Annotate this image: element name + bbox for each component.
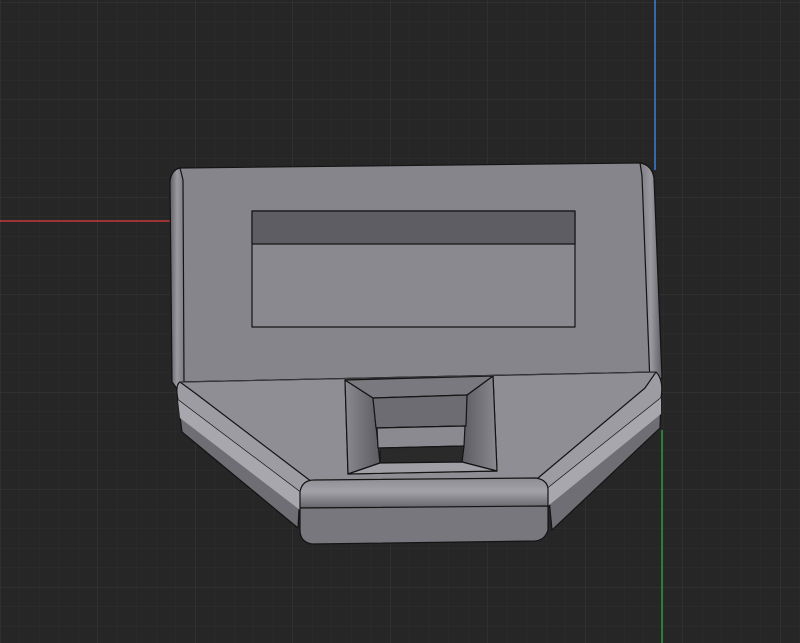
back-plate-left-edge bbox=[169, 167, 185, 391]
label-recess-shadow bbox=[251, 210, 576, 245]
strap-slot-floor bbox=[372, 394, 468, 429]
viewport-canvas[interactable] bbox=[0, 0, 800, 643]
base-front-bevel bbox=[299, 477, 549, 509]
3d-viewport[interactable] bbox=[0, 0, 800, 643]
strap-slot-bar bbox=[376, 425, 466, 449]
base-front-side-face bbox=[299, 505, 549, 545]
strap-slot-through-hole bbox=[379, 445, 465, 464]
